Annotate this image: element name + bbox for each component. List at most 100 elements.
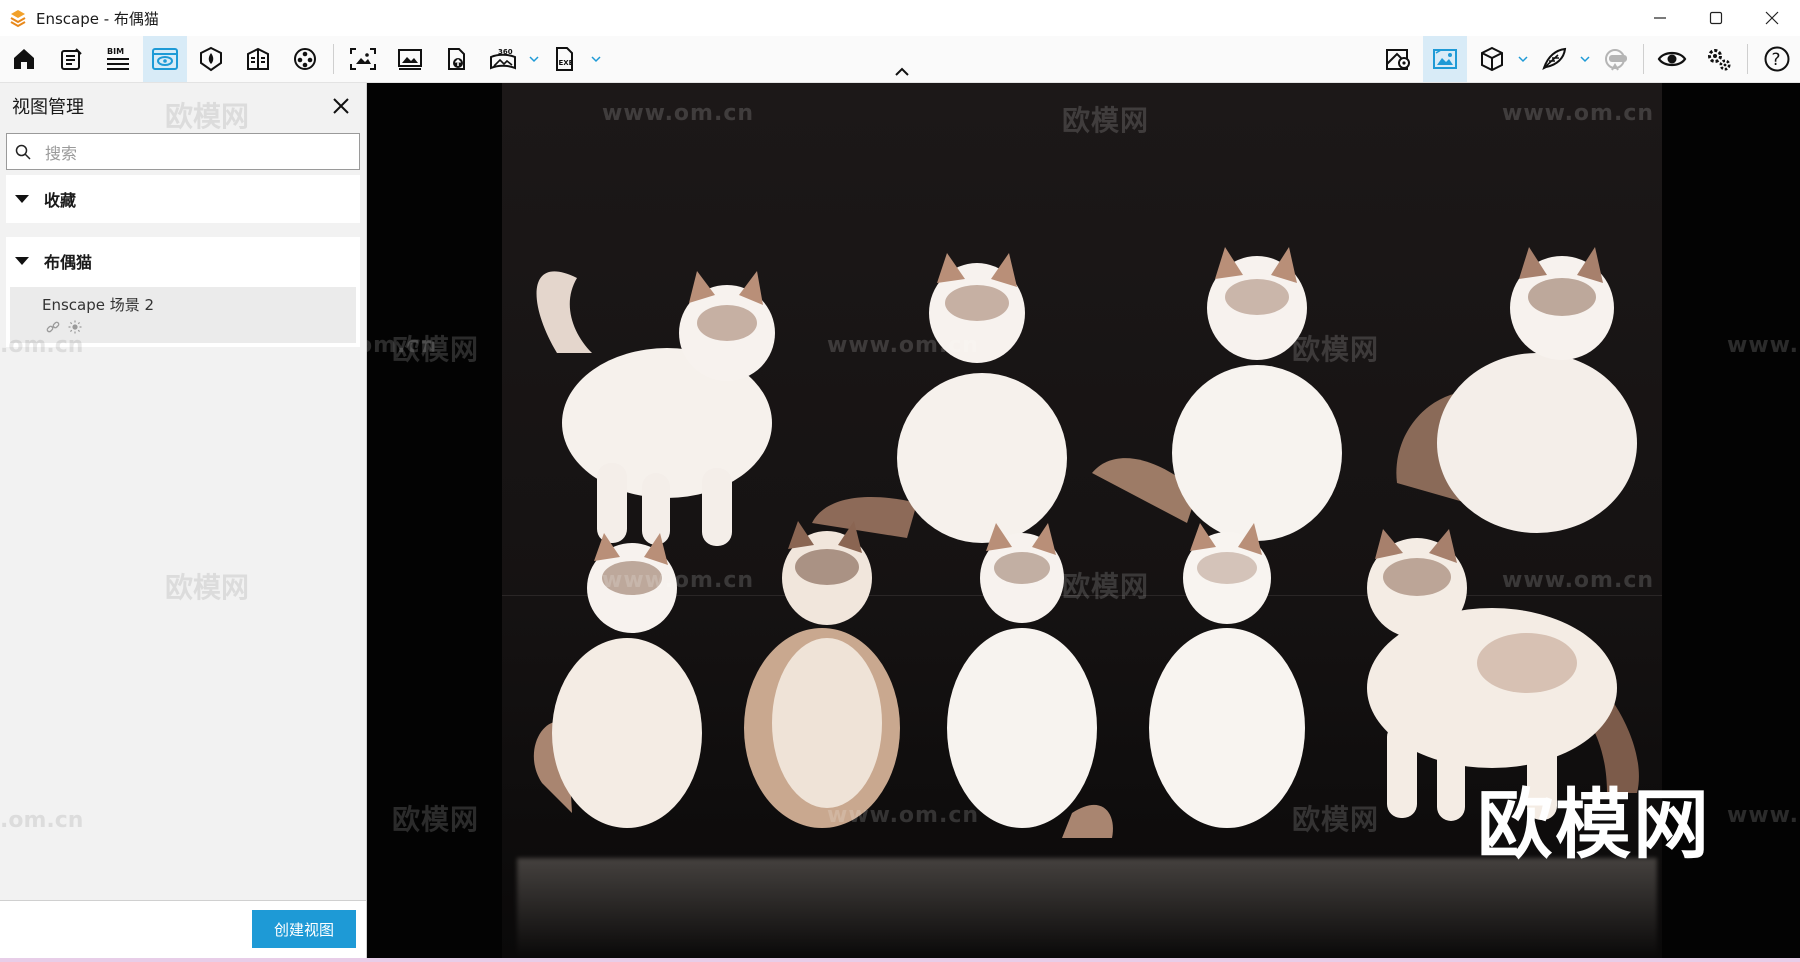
help-icon: ? <box>1764 46 1790 72</box>
image-view-button[interactable] <box>1423 36 1467 82</box>
svg-text:EXE: EXE <box>559 59 574 67</box>
panel-watermark: .om.cn <box>0 333 84 358</box>
settings-gears-icon <box>1708 49 1731 71</box>
panel-footer: 创建视图 <box>0 900 366 959</box>
vr-headset-icon <box>1605 49 1627 71</box>
bim-button[interactable]: BIM <box>96 36 140 82</box>
svg-text:BIM: BIM <box>107 47 124 56</box>
sun-icon[interactable] <box>68 320 82 334</box>
link-icon[interactable] <box>46 320 60 334</box>
caret-down-icon <box>15 257 29 265</box>
view-management-button[interactable] <box>143 36 187 82</box>
viewport-watermark: 欧模网 <box>1292 333 1380 366</box>
view-management-panel: 视图管理 收藏 布偶猫 Enscape 场景 2 欧模网 欧模网 .om.cn … <box>0 83 367 959</box>
eye-icon <box>1657 51 1687 67</box>
scene-group-section: 布偶猫 Enscape 场景 2 <box>6 237 360 347</box>
floor-reflection <box>517 858 1657 958</box>
create-view-button[interactable]: 创建视图 <box>252 910 356 948</box>
window-controls <box>1632 0 1800 36</box>
collapse-toolbar-button[interactable] <box>892 64 912 78</box>
viewport-watermark: www. <box>1727 803 1799 828</box>
ragdoll-cat-sitting <box>1092 247 1342 541</box>
batch-render-button[interactable] <box>388 36 432 82</box>
cube-dropdown[interactable] <box>1514 36 1532 82</box>
map-pin-icon <box>1386 49 1410 70</box>
chevron-down-icon <box>591 55 601 62</box>
viewport-watermark: www.om.cn <box>1502 101 1655 126</box>
cube-icon <box>1481 46 1503 72</box>
search-input[interactable] <box>43 140 347 166</box>
viewport-watermark: www.om.cn <box>827 333 980 358</box>
search-icon <box>15 144 31 160</box>
screenshot-button[interactable] <box>341 36 385 82</box>
feather-button[interactable] <box>1532 36 1576 82</box>
render-viewport[interactable]: www.om.cn 欧模网 www.om.cn 欧模网 www.om.cn 欧模… <box>367 83 1800 958</box>
cube-button[interactable] <box>1470 36 1514 82</box>
enscape-logo-icon <box>10 10 26 28</box>
viewport-watermark: 欧模网 <box>1292 803 1380 836</box>
ragdoll-cat-standing <box>536 271 775 546</box>
image-view-icon <box>1433 49 1457 69</box>
ragdoll-cat-sitting <box>812 253 1067 543</box>
close-icon <box>1765 11 1779 25</box>
panel-watermark: 欧模网 <box>165 571 250 604</box>
visual-settings-button[interactable] <box>189 36 233 82</box>
batch-render-icon <box>398 49 422 70</box>
scene-group-header[interactable]: 布偶猫 <box>6 237 360 285</box>
viewport-watermark: 欧模网 <box>1062 570 1150 603</box>
video-editor-icon <box>294 48 316 70</box>
chevron-down-icon <box>1580 55 1590 62</box>
chevron-down-icon <box>1518 55 1528 62</box>
map-button[interactable] <box>1376 36 1420 82</box>
viewport-watermark: www. <box>1727 333 1799 358</box>
visual-settings-icon <box>200 46 222 72</box>
upload-icon <box>448 48 465 70</box>
chevron-up-icon <box>895 67 909 76</box>
asset-library-button[interactable] <box>49 36 93 82</box>
export-button[interactable]: EXE <box>543 36 587 82</box>
large-watermark: 欧模网 <box>1477 780 1711 869</box>
upload-button[interactable] <box>434 36 478 82</box>
close-icon <box>333 98 349 114</box>
toolbar-separator <box>333 44 334 74</box>
vr-headset-button[interactable] <box>1594 36 1638 82</box>
export-dropdown[interactable] <box>587 36 605 82</box>
favorites-header[interactable]: 收藏 <box>6 175 360 223</box>
maximize-button[interactable] <box>1688 0 1744 36</box>
toolbar-separator <box>1747 44 1748 74</box>
title-bar: Enscape - 布偶猫 <box>0 0 1800 36</box>
svg-text:?: ? <box>1772 50 1781 70</box>
eye-button[interactable] <box>1650 36 1694 82</box>
help-button[interactable]: ? <box>1755 36 1799 82</box>
screenshot-icon <box>350 48 376 70</box>
viewport-watermark: www.om.cn <box>602 568 755 593</box>
panorama-dropdown[interactable] <box>525 36 543 82</box>
chevron-down-icon <box>529 55 539 62</box>
toolbar-separator <box>1643 44 1644 74</box>
minimize-icon <box>1654 17 1666 19</box>
search-box <box>6 133 360 170</box>
close-window-button[interactable] <box>1744 0 1800 36</box>
viewport-watermark: 欧模网 <box>1062 104 1150 137</box>
atmosphere-button[interactable] <box>236 36 280 82</box>
viewport-watermark: www.om.cn <box>602 101 755 126</box>
feather-icon <box>1542 47 1567 70</box>
feather-dropdown[interactable] <box>1576 36 1594 82</box>
video-editor-button[interactable] <box>283 36 327 82</box>
home-icon <box>14 49 34 69</box>
minimize-button[interactable] <box>1632 0 1688 36</box>
panel-watermark: .om.cn <box>0 808 84 833</box>
section-label: 布偶猫 <box>44 253 93 272</box>
panel-close-button[interactable] <box>328 93 354 119</box>
panorama-button[interactable]: 360 <box>481 36 525 82</box>
viewport-watermark: om.cn <box>367 333 438 358</box>
viewport-watermark: www.om.cn <box>1502 568 1655 593</box>
atmosphere-icon <box>247 47 269 70</box>
maximize-icon <box>1709 11 1723 25</box>
caret-down-icon <box>15 195 29 203</box>
export-exe-icon: EXE <box>556 47 574 71</box>
asset-library-icon <box>61 48 82 70</box>
panel-title: 视图管理 <box>12 97 84 118</box>
home-button[interactable] <box>2 36 46 82</box>
settings-button[interactable] <box>1697 36 1741 82</box>
